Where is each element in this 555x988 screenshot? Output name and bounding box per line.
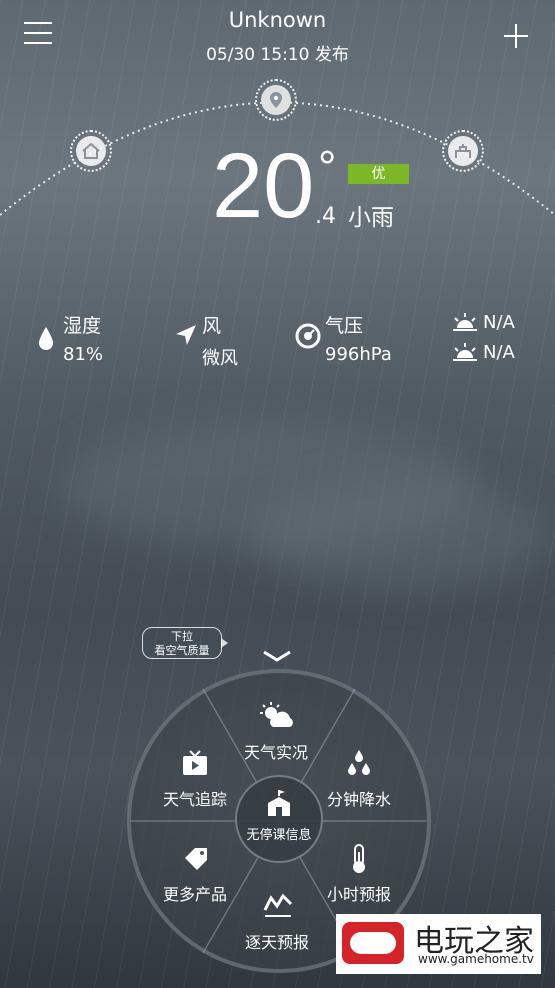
- wheel-hourly-forecast[interactable]: 小时预报: [304, 881, 414, 905]
- pressure-value: 996hPa: [325, 344, 392, 365]
- humidity-label: 湿度: [63, 315, 102, 337]
- home-icon: [76, 136, 106, 166]
- pull-down-hint: 下拉 看空气质量: [142, 627, 228, 659]
- thermometer-icon: [353, 844, 365, 873]
- aqi-badge[interactable]: 优: [348, 164, 409, 184]
- sunset-icon: [453, 343, 477, 361]
- wheel-live-weather[interactable]: 天气实况: [221, 739, 331, 763]
- temperature-value: 20: [212, 135, 315, 237]
- pressure-label: 气压: [325, 315, 364, 337]
- hint-line-1: 下拉: [171, 630, 193, 643]
- humidity-value: 81%: [63, 344, 104, 365]
- school-node[interactable]: [442, 130, 484, 172]
- cloud-shape: [250, 480, 550, 590]
- gamepad-logo-icon: [342, 922, 404, 964]
- wheel-more-products[interactable]: 更多产品: [140, 881, 250, 905]
- sunset-value: N/A: [483, 342, 515, 363]
- partly-cloudy-icon: [260, 702, 293, 727]
- school-building-icon: [268, 790, 290, 816]
- wind-label: 风: [202, 315, 222, 337]
- raindrops-icon: [348, 750, 370, 775]
- watermark-url: www.gamehome.tv: [418, 952, 534, 966]
- sunrise-icon: [453, 313, 477, 331]
- tag-icon: [185, 848, 207, 870]
- wind-icon: [176, 325, 196, 345]
- wheel-center-label: 无停课信息: [246, 828, 312, 843]
- wind-value: 微风: [202, 348, 238, 369]
- wheel-weather-tracking[interactable]: 天气追踪: [140, 786, 250, 810]
- wheel-minute-precip[interactable]: 分钟降水: [304, 786, 414, 810]
- trend-line-icon: [263, 893, 293, 917]
- location-pin-icon: [261, 85, 291, 115]
- sunrise-value: N/A: [483, 312, 515, 333]
- hint-line-2: 看空气质量: [154, 644, 210, 657]
- wheel-daily-forecast[interactable]: 逐天预报: [222, 929, 332, 953]
- degree-symbol: °: [318, 141, 337, 193]
- pressure-gauge-icon: [295, 323, 321, 349]
- location-node[interactable]: [255, 79, 297, 121]
- chevron-down-icon[interactable]: [262, 648, 292, 664]
- weather-condition: 小雨: [348, 205, 394, 231]
- humidity-icon: [39, 327, 53, 350]
- school-icon: [448, 136, 478, 166]
- temperature-decimal: .4: [315, 204, 336, 229]
- home-node[interactable]: [70, 130, 112, 172]
- tv-icon: [183, 750, 207, 775]
